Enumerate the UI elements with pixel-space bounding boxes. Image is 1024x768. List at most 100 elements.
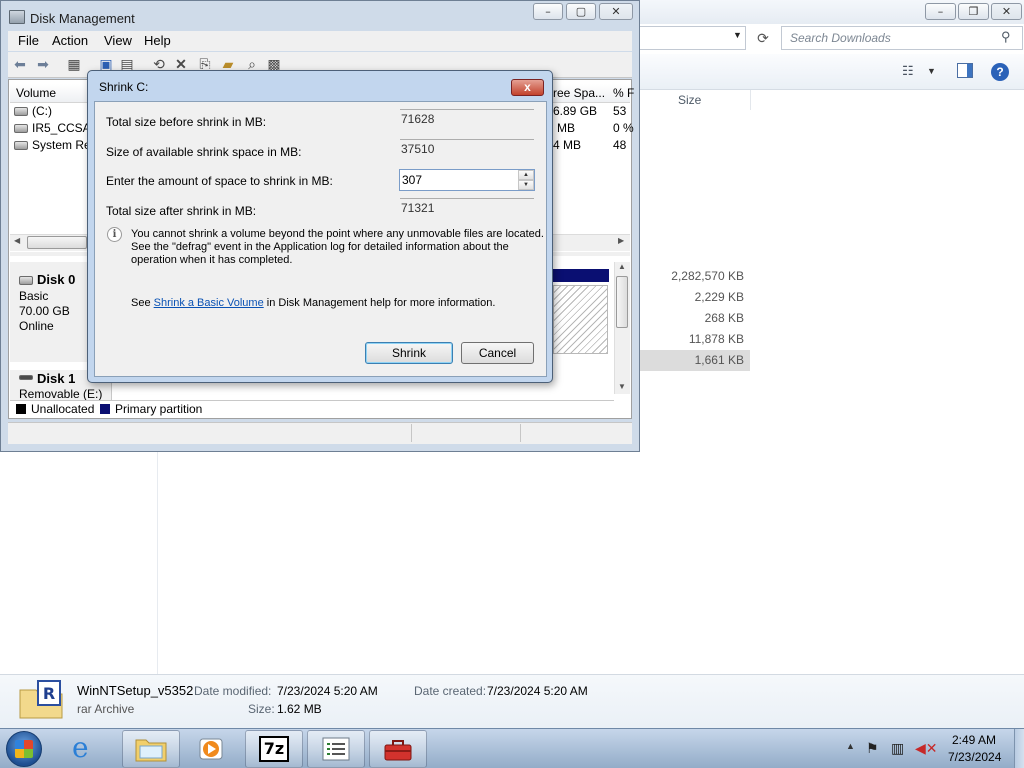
spin-down-icon[interactable]: ▼ [518, 180, 534, 190]
status-divider [520, 424, 521, 442]
volume-row[interactable]: System Res [14, 138, 97, 152]
date-modified-label: Date modified: [194, 684, 272, 698]
menu-help[interactable]: Help [144, 33, 171, 48]
volume-percent-free: 48 [613, 138, 627, 152]
selected-partition-block[interactable] [553, 285, 608, 354]
clock-time[interactable]: 2:49 AM [952, 733, 996, 747]
help-prefix: See [131, 297, 154, 309]
primary-partition-bar[interactable] [553, 269, 609, 282]
shrink-amount-value[interactable]: 307 [402, 173, 422, 187]
back-icon[interactable]: ⬅ [11, 55, 29, 73]
show-hidden-icons[interactable]: ▲ [846, 741, 855, 751]
forward-icon[interactable]: ➡ [34, 55, 52, 73]
volume-free-space: MB [557, 121, 575, 135]
date-created-value: 7/23/2024 5:20 AM [487, 684, 588, 698]
spin-up-icon[interactable]: ▲ [518, 170, 534, 180]
column-percent-free[interactable]: % F [613, 86, 634, 100]
scroll-right-icon[interactable]: ▶ [618, 236, 624, 245]
details-file-type: rar Archive [77, 702, 135, 716]
up-one-level-icon[interactable]: ▦ [65, 55, 83, 73]
menu-bar [8, 31, 632, 51]
disk-1-name: Disk 1 [19, 371, 75, 386]
explorer-maximize-button[interactable]: ❐ [958, 3, 989, 20]
column-volume[interactable]: Volume [16, 86, 56, 100]
unallocated-swatch [16, 404, 26, 414]
menu-view[interactable]: View [104, 33, 132, 48]
menu-file[interactable]: File [18, 33, 39, 48]
size-column-header[interactable]: Size [671, 90, 751, 110]
internet-explorer-icon: e [72, 731, 89, 764]
refresh-icon[interactable]: ⟳ [752, 27, 774, 49]
volume-free-space: 6.89 GB [553, 104, 598, 118]
change-view-icon[interactable]: ☷ [902, 63, 914, 79]
volume-row[interactable]: IR5_CCSA_ [14, 121, 97, 135]
show-desktop-button[interactable] [1014, 729, 1024, 768]
scroll-up-icon[interactable]: ▲ [618, 262, 626, 271]
disk-management-app-icon [9, 10, 25, 24]
disk-icon [19, 276, 33, 285]
dm-maximize-button[interactable]: ▢ [566, 3, 596, 20]
taskbar-internet-explorer[interactable] [61, 730, 119, 768]
disk-1-type: Removable (E:) [19, 387, 103, 401]
shrink-button[interactable]: Shrink [365, 342, 453, 364]
search-icon[interactable]: ⚲ [1001, 29, 1011, 45]
disk-0-status: Online [19, 319, 54, 333]
file-size-cell-selected[interactable]: 1,661 KB [640, 350, 750, 371]
date-created-label: Date created: [414, 684, 487, 698]
volume-row[interactable]: (C:) [14, 104, 52, 118]
navigation-pane-divider[interactable] [157, 452, 158, 674]
file-size-cell: 2,282,570 KB [671, 269, 744, 283]
volume-name: (C:) [32, 104, 52, 118]
legend-primary-partition: Primary partition [115, 402, 203, 416]
volume-muted-icon[interactable]: ◀✕ [915, 740, 938, 757]
help-suffix: in Disk Management help for more informa… [263, 297, 496, 309]
media-player-icon [199, 738, 223, 760]
dm-minimize-button[interactable]: – [533, 3, 563, 20]
dialog-close-button[interactable]: x [511, 79, 544, 96]
scroll-down-icon[interactable]: ▼ [618, 382, 626, 391]
disk-0-type: Basic [19, 289, 49, 303]
size-value: 1.62 MB [277, 702, 322, 716]
7zip-icon: 7z [259, 736, 289, 762]
file-size-cell: 268 KB [704, 311, 744, 325]
status-bar [8, 422, 632, 444]
total-after-label: Total size after shrink in MB: [106, 204, 257, 218]
info-message-line-1: You cannot shrink a volume beyond the po… [131, 228, 544, 240]
dialog-title: Shrink C: [99, 80, 149, 94]
size-label: Size: [248, 702, 275, 716]
explorer-minimize-button[interactable]: – [925, 3, 956, 20]
preview-pane-icon[interactable] [957, 63, 973, 78]
file-explorer-icon [135, 739, 167, 762]
total-after-value: 71321 [400, 198, 534, 219]
network-icon[interactable]: ▥ [891, 740, 904, 757]
explorer-address-bar[interactable] [640, 26, 746, 50]
help-icon[interactable]: ? [991, 63, 1009, 81]
drive-icon [14, 141, 28, 150]
info-message-line-3: operation when it has completed. [131, 254, 293, 266]
clock-date[interactable]: 7/23/2024 [948, 750, 1001, 764]
drive-icon [14, 107, 28, 116]
view-dropdown-icon[interactable]: ▼ [927, 66, 936, 76]
column-free-space[interactable]: ree Spa... [553, 86, 605, 100]
horizontal-scroll-thumb[interactable] [27, 236, 87, 249]
explorer-search-input[interactable]: Search Downloads [781, 26, 1023, 50]
cancel-button[interactable]: Cancel [461, 342, 534, 364]
shrink-basic-volume-link[interactable]: Shrink a Basic Volume [154, 297, 264, 309]
windows-logo-icon [15, 740, 33, 758]
volume-percent-free: 53 [613, 104, 627, 118]
rar-archive-icon: R [19, 680, 63, 719]
file-size-cell: 11,878 KB [688, 332, 744, 346]
help-reference: See Shrink a Basic Volume in Disk Manage… [131, 297, 495, 309]
toolbox-icon [384, 740, 412, 761]
address-dropdown-icon[interactable]: ▼ [733, 30, 742, 40]
explorer-close-button[interactable]: ✕ [991, 3, 1022, 20]
action-center-flag-icon[interactable]: ⚑ [866, 740, 879, 757]
scroll-left-icon[interactable]: ◀ [14, 236, 20, 245]
menu-action[interactable]: Action [52, 33, 88, 48]
available-space-value: 37510 [400, 139, 534, 160]
status-divider [411, 424, 412, 442]
primary-partition-swatch [100, 404, 110, 414]
dm-close-button[interactable]: ✕ [599, 3, 633, 20]
vertical-scroll-thumb[interactable] [616, 276, 628, 328]
date-modified-value: 7/23/2024 5:20 AM [277, 684, 378, 698]
